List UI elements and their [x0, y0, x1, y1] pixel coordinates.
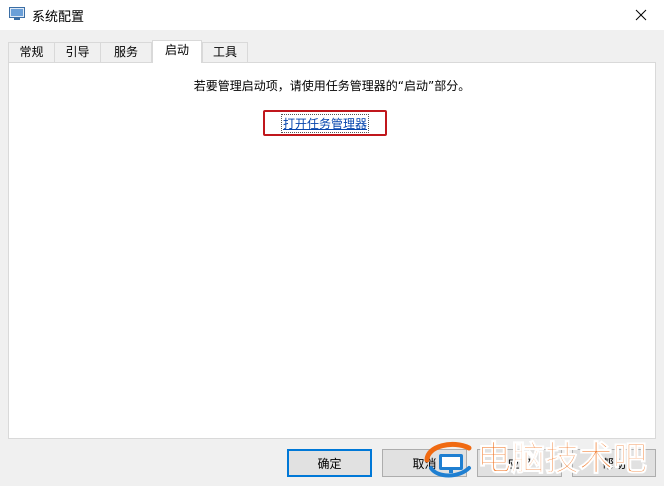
ok-button[interactable]: 确定 [287, 449, 372, 477]
link-highlight-box: 打开任务管理器 [263, 110, 387, 136]
tab-tools[interactable]: 工具 [202, 42, 248, 62]
help-button[interactable]: 帮助 [572, 449, 656, 477]
window-title: 系统配置 [32, 10, 85, 25]
system-config-window: 系统配置 常规 引导 服务 启动 工具 若要管理启动项，请使用任务管理器的“启动… [0, 0, 664, 486]
close-icon [635, 9, 647, 21]
close-button[interactable] [618, 0, 664, 30]
title-bar[interactable]: 系统配置 [0, 0, 664, 30]
startup-panel: 若要管理启动项，请使用任务管理器的“启动”部分。 打开任务管理器 [8, 62, 656, 439]
system-config-icon [9, 7, 25, 21]
tab-general[interactable]: 常规 [8, 42, 55, 62]
cancel-button[interactable]: 取消 [382, 449, 467, 477]
startup-instruction: 若要管理启动项，请使用任务管理器的“启动”部分。 [193, 79, 471, 93]
tab-startup[interactable]: 启动 [152, 40, 202, 63]
open-task-manager-link[interactable]: 打开任务管理器 [280, 113, 370, 133]
apply-button[interactable]: 应用 [477, 449, 562, 477]
tab-services[interactable]: 服务 [100, 42, 152, 62]
tab-boot[interactable]: 引导 [54, 42, 101, 62]
